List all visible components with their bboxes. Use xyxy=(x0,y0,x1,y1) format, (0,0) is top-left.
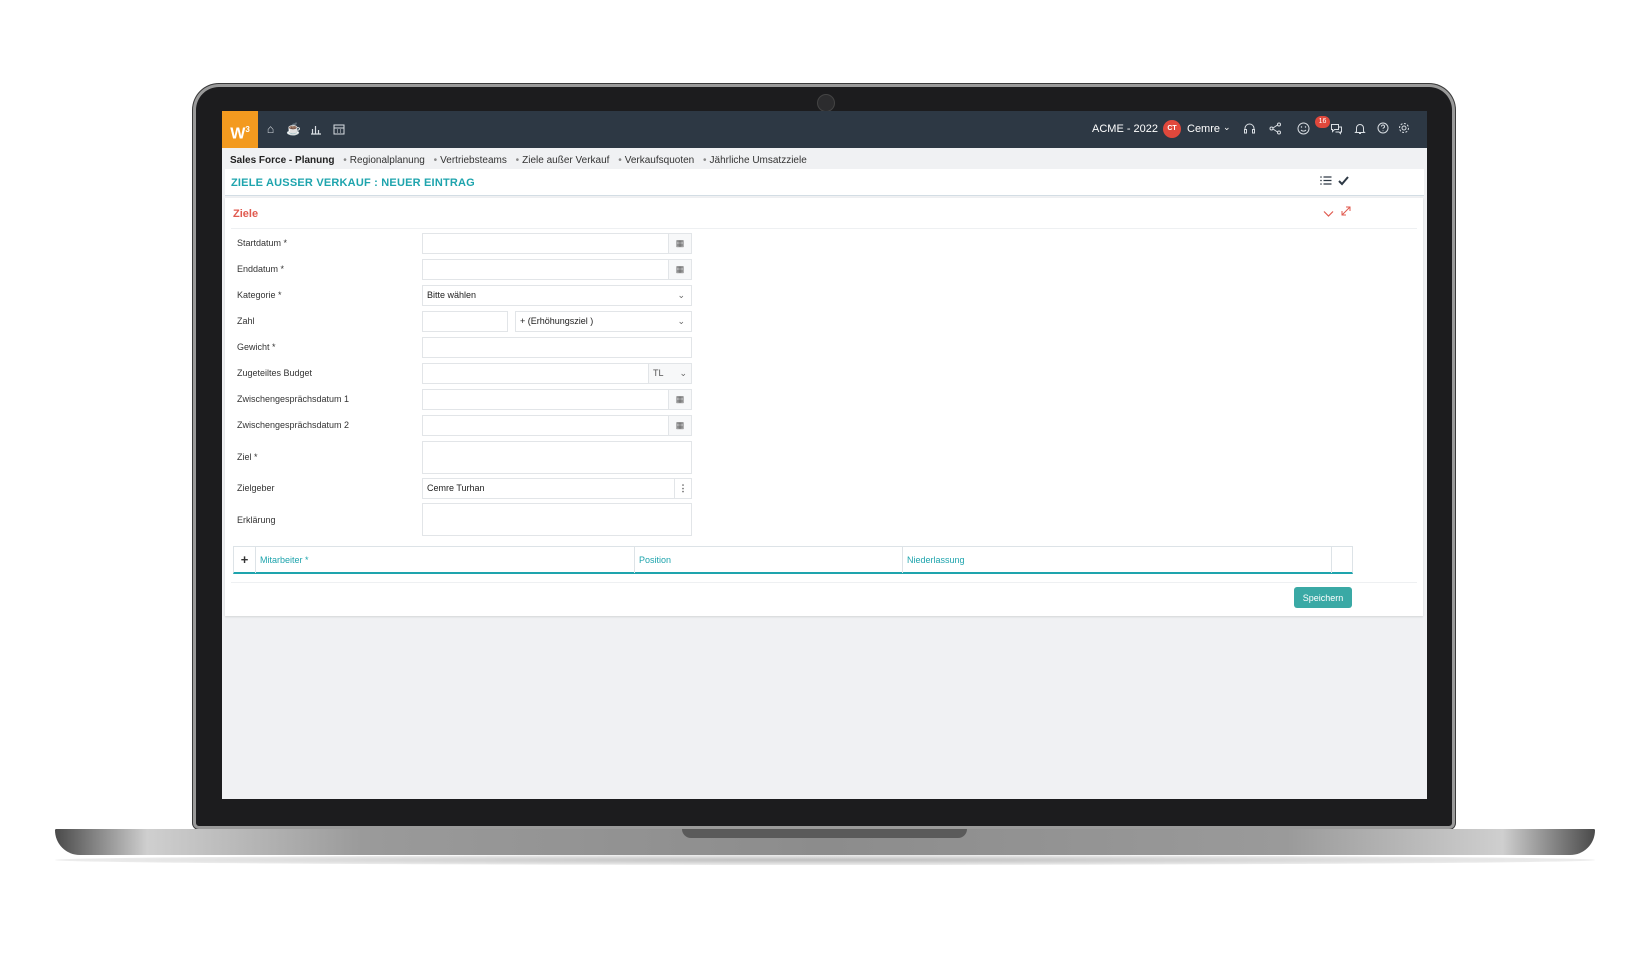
label-zwischen1: Zwischengesprächsdatum 1 xyxy=(237,394,350,404)
zwischen2-input[interactable]: ▦ xyxy=(422,415,692,436)
card-title: Ziele xyxy=(233,208,259,220)
zahl-type-select[interactable]: + (Erhöhungsziel ) ⌄ xyxy=(515,311,692,332)
page-header: ZIELE AUSSER VERKAUF : NEUER EINTRAG xyxy=(225,169,1424,196)
label-startdatum: Startdatum * xyxy=(237,238,288,248)
bell-icon[interactable] xyxy=(1354,122,1366,138)
label-zwischen2: Zwischengesprächsdatum 2 xyxy=(237,420,350,430)
headset-icon[interactable] xyxy=(1243,122,1256,138)
chevron-down-icon[interactable] xyxy=(1323,207,1334,221)
enddatum-input[interactable]: ▦ xyxy=(422,259,692,280)
add-row-button[interactable]: + xyxy=(234,547,256,573)
breadcrumb-item[interactable]: Verkaufsquoten xyxy=(625,155,695,166)
breadcrumb-item[interactable]: Sales Force - Planung xyxy=(230,155,334,166)
goals-card: Ziele Startdatum * ▦ Enddatum * ▦ Katego… xyxy=(225,198,1423,616)
label-gewicht: Gewicht * xyxy=(237,342,276,352)
company-name[interactable]: ACME - 2022 xyxy=(1092,123,1158,135)
label-budget: Zugeteiltes Budget xyxy=(237,368,313,378)
grid-header-position[interactable]: Position xyxy=(635,547,903,573)
calendar-icon[interactable] xyxy=(332,123,345,136)
chat-icon[interactable] xyxy=(1330,122,1343,138)
budget-input[interactable]: TL ⌄ xyxy=(422,363,692,384)
breadcrumb-item[interactable]: Vertriebsteams xyxy=(440,155,507,166)
zielgeber-input[interactable]: Cemre Turhan ⋮ xyxy=(422,478,692,499)
chevron-down-icon: ⌄ xyxy=(679,368,687,378)
breadcrumb-item[interactable]: Regionalplanung xyxy=(350,155,425,166)
label-ziel: Ziel * xyxy=(237,452,258,462)
ziel-textarea[interactable] xyxy=(422,441,692,474)
avatar[interactable]: CT xyxy=(1163,120,1181,138)
label-kategorie: Kategorie * xyxy=(237,290,282,300)
camera xyxy=(817,94,835,112)
chevron-down-icon[interactable]: ⌄ xyxy=(1223,122,1231,133)
smiley-icon[interactable] xyxy=(1297,122,1310,138)
gewicht-input[interactable] xyxy=(422,337,692,358)
list-icon[interactable] xyxy=(1320,175,1332,189)
home-icon[interactable]: ⌂ xyxy=(264,123,277,136)
zahl-input[interactable] xyxy=(422,311,508,332)
label-enddatum: Enddatum * xyxy=(237,264,285,274)
employee-grid: + Mitarbeiter * Position Niederlassung xyxy=(233,546,1353,574)
label-erklaerung: Erklärung xyxy=(237,515,276,525)
label-zielgeber: Zielgeber xyxy=(237,483,275,493)
label-zahl: Zahl xyxy=(237,316,255,326)
top-bar: W3 ⌂ ☕ ACME - 2022 CT Cemre ⌄ 16 xyxy=(222,111,1427,148)
check-icon[interactable] xyxy=(1338,175,1349,189)
gear-icon[interactable] xyxy=(1398,122,1410,137)
help-icon[interactable] xyxy=(1377,122,1389,137)
calendar-icon[interactable]: ▦ xyxy=(668,260,691,279)
app-logo[interactable]: W3 xyxy=(222,111,258,148)
breadcrumb-item[interactable]: Jährliche Umsatzziele xyxy=(710,155,807,166)
breadcrumb-item[interactable]: Ziele außer Verkauf xyxy=(522,155,609,166)
erklaerung-textarea[interactable] xyxy=(422,503,692,536)
kategorie-select[interactable]: Bitte wählen ⌄ xyxy=(422,285,692,306)
currency-select[interactable]: TL ⌄ xyxy=(648,364,691,383)
chevron-down-icon: ⌄ xyxy=(677,316,685,326)
calendar-icon[interactable]: ▦ xyxy=(668,234,691,253)
bar-chart-icon[interactable] xyxy=(309,123,322,136)
save-button[interactable]: Speichern xyxy=(1294,587,1352,608)
calendar-icon[interactable]: ▦ xyxy=(668,390,691,409)
startdatum-input[interactable]: ▦ xyxy=(422,233,692,254)
zwischen1-input[interactable]: ▦ xyxy=(422,389,692,410)
notification-badge: 16 xyxy=(1315,116,1330,128)
more-vertical-icon[interactable]: ⋮ xyxy=(674,479,691,498)
screen: W3 ⌂ ☕ ACME - 2022 CT Cemre ⌄ 16 Sales F… xyxy=(222,111,1427,799)
calendar-icon[interactable]: ▦ xyxy=(668,416,691,435)
grid-header-mitarbeiter[interactable]: Mitarbeiter * xyxy=(256,547,635,573)
chevron-down-icon: ⌄ xyxy=(677,290,685,300)
breadcrumb: Sales Force - Planung • Regionalplanung •… xyxy=(230,155,807,166)
user-name[interactable]: Cemre xyxy=(1187,123,1220,135)
laptop-notch xyxy=(682,829,967,838)
grid-header-niederlassung[interactable]: Niederlassung xyxy=(903,547,1332,573)
page-title: ZIELE AUSSER VERKAUF : NEUER EINTRAG xyxy=(231,177,475,189)
cup-icon[interactable]: ☕ xyxy=(286,123,301,136)
share-icon[interactable] xyxy=(1269,122,1282,138)
expand-icon[interactable] xyxy=(1341,205,1351,219)
